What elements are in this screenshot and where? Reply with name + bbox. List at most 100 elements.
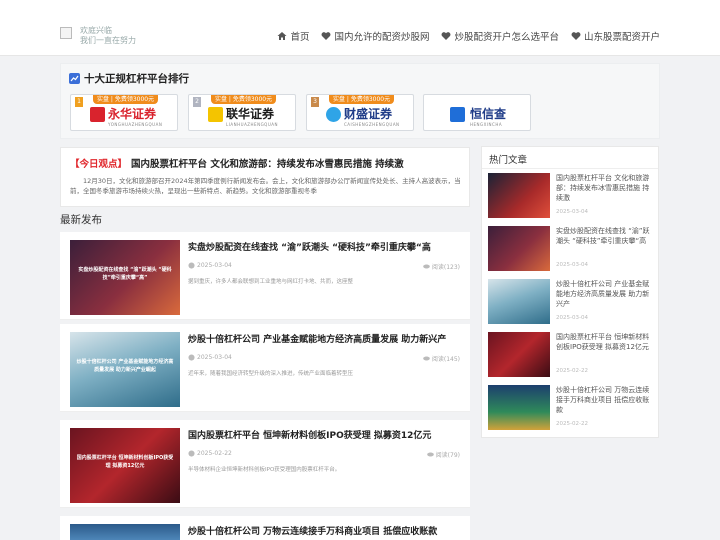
sidebar-thumbnail[interactable] [488,385,550,430]
brand-logo-icon [208,107,223,122]
sidebar-item[interactable]: 炒股十倍杠杆公司 产业基金赋能地方经济高质量发展 助力新兴产 2025-03-0… [488,279,654,325]
brand-logo-icon [326,107,341,122]
sidebar-item[interactable]: 实盘炒股配资在线查找 “渝”跃潮头 “硬科技”牵引重庆攀“高 2025-03-0… [488,226,654,272]
list-item[interactable]: 实盘炒股配资在线查找 “渝”跃潮头 “硬科技”牵引重庆攀“高” 实盘炒股配资在线… [60,232,470,320]
nav-item-label: 炒股配资开户怎么选平台 [454,32,559,43]
sidebar-item-date: 2025-03-04 [556,315,588,321]
thumbnail-caption: 实盘炒股配资在线查找 “渝”跃潮头 “硬科技”牵引重庆攀“高” [78,267,172,281]
rank-badge: 1 [75,97,83,107]
today-title-text: 国内股票杠杆平台 文化和旅游部：持续发布冰雪惠民措施 持续激 [131,159,404,170]
brand-subtitle: YONGHUAZHENGQUAN [108,122,163,127]
sidebar-item-title[interactable]: 国内股票杠杆平台 恒坤新材料创板IPO获受理 拟募资12亿元 [556,332,656,352]
today-title[interactable]: 【今日观点】 国内股票杠杆平台 文化和旅游部：持续发布冰雪惠民措施 持续激 [70,156,404,170]
brand-name: 联华证券 [226,107,275,121]
sidebar-item-date: 2025-03-04 [556,262,588,268]
today-tag: 【今日观点】 [70,159,128,170]
brand-logo-icon [90,107,105,122]
thumbnail-caption: 国内股票杠杆平台 恒坤新材料创板IPO获受理 拟募资12亿元 [76,455,174,469]
ranking-title-text: 十大正规杠杆平台排行 [84,73,189,85]
site-logo[interactable]: 欢庭兴临 我们一直在努力 [60,26,136,46]
sidebar-thumbnail[interactable] [488,279,550,324]
nav-item-1[interactable]: 国内允许的配资炒股网 [321,29,429,43]
sidebar-thumbnail[interactable] [488,226,550,271]
post-date-text: 2025-02-22 [197,450,232,457]
eye-icon [423,356,430,361]
brand-name: 恒信查 [470,107,507,121]
heart-icon [322,32,331,40]
list-item[interactable]: 炒股十倍杠杆公司 万物云连续接手万科商业项目 抵偿应收账款 [60,516,470,540]
heart-icon [571,32,581,40]
chart-icon [69,73,80,84]
list-item[interactable]: 炒股十倍杠杆公司 产业基金赋能地方经济高质量发展 助力新兴产业崛起 炒股十倍杠杆… [60,324,470,412]
site-header: 欢庭兴临 我们一直在努力 首页 国内允许的配资炒股网 炒股配资开户怎么选平台 山… [0,0,720,56]
nav-home[interactable]: 首页 [277,29,309,43]
sidebar-item-date: 2025-02-22 [556,421,588,427]
sidebar-thumbnail[interactable] [488,332,550,377]
post-date: 2025-02-22 [188,450,232,457]
brand-logo-icon [450,107,465,122]
logo-image [60,27,72,39]
post-excerpt: 据到重庆，许多人都会联想到工业重地与网红打卡地、共而，这座整 [188,279,354,285]
brand-subtitle: LIANHUAZHENGQUAN [226,122,278,127]
sidebar-item[interactable]: 国内股票杠杆平台 文化和旅游部：持续发布冰雪惠民措施 持续激 2025-03-0… [488,173,654,219]
home-icon [277,32,287,40]
sidebar-item-date: 2025-02-22 [556,368,588,374]
latest-section-title: 最新发布 [60,214,102,226]
sidebar-item-title[interactable]: 国内股票杠杆平台 文化和旅游部：持续发布冰雪惠民措施 持续激 [556,173,656,203]
post-title[interactable]: 实盘炒股配资在线查找 “渝”跃潮头 “硬科技”牵引重庆攀“高 [188,240,460,253]
post-views-text: 阅读(79) [435,452,460,459]
post-excerpt: 近年来，随着我国经济转型升级的深入推进，传统产业面临着转型压 [188,371,354,377]
list-item[interactable]: 国内股票杠杆平台 恒坤新材料创板IPO获受理 拟募资12亿元 国内股票杠杆平台 … [60,420,470,508]
post-views-text: 阅读(145) [431,356,460,363]
rank-badge: 2 [193,97,201,107]
brand-name: 财盛证券 [344,107,393,121]
brand-subtitle: CAISHENGZHENGQUAN [344,122,400,127]
eye-icon [426,452,434,457]
post-date-text: 2025-03-04 [197,262,232,269]
clock-icon [188,450,195,457]
nav-item-label: 山东股票配资开户 [583,32,660,43]
sidebar-item-title[interactable]: 实盘炒股配资在线查找 “渝”跃潮头 “硬科技”牵引重庆攀“高 [556,226,656,246]
brand-card-caisheng[interactable]: 3 实盘 | 免费领3000元 财盛证券 CAISHENGZHENGQUAN [306,94,414,131]
post-views: 阅读(79) [426,450,460,459]
post-views: 阅读(145) [423,354,460,363]
sidebar-thumbnail[interactable] [488,173,550,218]
sidebar-item-title[interactable]: 炒股十倍杠杆公司 万物云连续接手万科商业项目 抵偿应收账款 [556,385,656,415]
hot-articles-sidebar: 热门文章 国内股票杠杆平台 文化和旅游部：持续发布冰雪惠民措施 持续激 2025… [481,146,659,438]
logo-slogan: 我们一直在努力 [80,36,136,45]
nav-item-3[interactable]: 山东股票配资开户 [571,29,660,43]
post-date: 2025-03-04 [188,262,232,269]
post-thumbnail[interactable]: 炒股十倍杠杆公司 产业基金赋能地方经济高质量发展 助力新兴产业崛起 [70,332,180,407]
brand-card-hengxincha[interactable]: 恒信查 HENGXINCHA [423,94,531,131]
ranking-title: 十大正规杠杆平台排行 [69,71,189,86]
brand-card-lianhua[interactable]: 2 实盘 | 免费领3000元 联华证券 LIANHUAZHENGQUAN [188,94,296,131]
post-title[interactable]: 炒股十倍杠杆公司 产业基金赋能地方经济高质量发展 助力新兴产 [188,332,460,345]
post-excerpt: 半导体材料企业恒坤新材科创板IPO获受理国内股票杠杆平台。 [188,467,341,473]
post-views-text: 阅读(123) [431,264,460,271]
sidebar-item[interactable]: 炒股十倍杠杆公司 万物云连续接手万科商业项目 抵偿应收账款 2025-02-22 [488,385,654,431]
post-date-text: 2025-03-04 [197,354,232,361]
post-date: 2025-03-04 [188,354,232,361]
post-views: 阅读(123) [423,262,460,271]
logo-title: 欢庭兴临 [80,26,112,35]
sidebar-item[interactable]: 国内股票杠杆平台 恒坤新材料创板IPO获受理 拟募资12亿元 2025-02-2… [488,332,654,378]
rank-badge: 3 [311,97,319,107]
platform-ranking: 十大正规杠杆平台排行 1 实盘 | 免费领3000元 永华证券 YONGHUAZ… [60,63,660,139]
post-thumbnail[interactable]: 国内股票杠杆平台 恒坤新材料创板IPO获受理 拟募资12亿元 [70,428,180,503]
nav-item-2[interactable]: 炒股配资开户怎么选平台 [441,29,559,43]
post-thumbnail[interactable] [70,524,180,540]
heart-icon [442,32,451,40]
eye-icon [423,264,430,269]
today-viewpoint: 【今日观点】 国内股票杠杆平台 文化和旅游部：持续发布冰雪惠民措施 持续激 12月… [60,147,470,207]
post-title[interactable]: 国内股票杠杆平台 恒坤新材料创板IPO获受理 拟募资12亿元 [188,428,460,441]
nav-home-label: 首页 [290,32,310,43]
nav-item-label: 国内允许的配资炒股网 [334,32,430,43]
post-thumbnail[interactable]: 实盘炒股配资在线查找 “渝”跃潮头 “硬科技”牵引重庆攀“高” [70,240,180,315]
sidebar-item-date: 2025-03-04 [556,209,588,215]
post-title[interactable]: 炒股十倍杠杆公司 万物云连续接手万科商业项目 抵偿应收账款 [188,524,460,537]
brand-ribbon: 实盘 | 免费领3000元 [93,95,159,104]
thumbnail-caption: 炒股十倍杠杆公司 产业基金赋能地方经济高质量发展 助力新兴产业崛起 [76,359,174,373]
brand-card-yonghua[interactable]: 1 实盘 | 免费领3000元 永华证券 YONGHUAZHENGQUAN [70,94,178,131]
clock-icon [188,354,195,361]
sidebar-item-title[interactable]: 炒股十倍杠杆公司 产业基金赋能地方经济高质量发展 助力新兴产 [556,279,656,309]
